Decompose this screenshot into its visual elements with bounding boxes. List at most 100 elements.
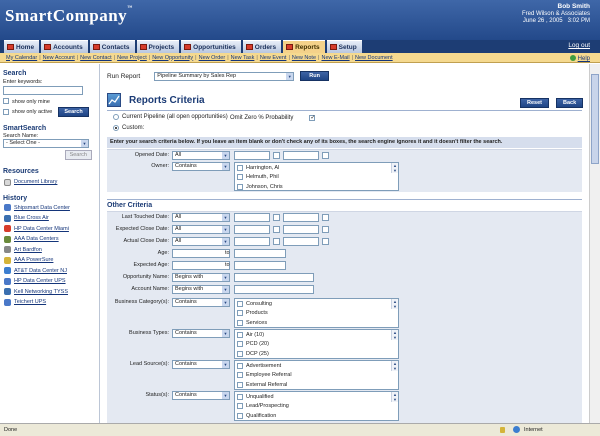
list-item[interactable]: Advertisement [235,361,398,371]
list-scrollbar[interactable] [391,163,398,173]
list-item[interactable]: Employee Referral [235,371,398,381]
current-pipeline-radio[interactable] [113,114,119,120]
list-checkbox[interactable] [237,310,243,317]
last-touched-select[interactable]: All [172,213,230,222]
list-checkbox[interactable] [237,300,243,307]
age-from[interactable] [172,249,230,258]
tab-accounts[interactable]: Accounts [41,40,88,53]
doc-library-link[interactable]: Document Library [3,177,96,188]
list-item[interactable]: Products [235,309,398,319]
subnav-my-calendar[interactable]: My Calendar [4,55,39,61]
calendar-icon[interactable] [322,238,329,245]
tab-orders[interactable]: Orders [242,40,282,53]
history-item[interactable]: Kell Networking TYSS [3,287,96,298]
calendar-icon[interactable] [273,238,280,245]
opened-date-select[interactable]: All [172,151,230,160]
list-scrollbar[interactable] [391,392,398,402]
list-scrollbar[interactable] [391,361,398,371]
subnav-new-task[interactable]: New Task [229,55,257,61]
report-select[interactable]: Pipeline Summary by Sales Rep [154,71,295,81]
list-checkbox[interactable] [237,164,243,171]
calendar-icon[interactable] [273,152,280,159]
lead-source-select[interactable]: Contains [172,360,230,369]
list-checkbox[interactable] [237,350,243,357]
actual-close-select[interactable]: All [172,237,230,246]
calendar-icon[interactable] [322,226,329,233]
history-item[interactable]: HP Data Center Miami [3,224,96,235]
logout-link[interactable]: Log out [568,42,590,49]
help-link[interactable]: Help [570,55,590,62]
expected-age-from[interactable] [172,261,230,270]
history-item[interactable]: AAA Data Centers [3,234,96,245]
last-touched-to[interactable] [283,213,319,222]
list-item[interactable]: PCD (20) [235,340,398,350]
list-item[interactable]: Consulting [235,299,398,309]
actual-close-from[interactable] [234,237,270,246]
list-checkbox[interactable] [237,412,243,419]
expected-close-to[interactable] [283,225,319,234]
subnav-new-opportunity[interactable]: New Opportunity [150,55,195,61]
subnav-new-event[interactable]: New Event [258,55,289,61]
list-checkbox[interactable] [237,372,243,379]
history-item[interactable]: HP Data Center UPS [3,276,96,287]
list-item[interactable]: DCP (25) [235,349,398,359]
list-item[interactable]: Services [235,318,398,328]
list-item[interactable]: Johnson, Chris [235,182,398,192]
list-scrollbar[interactable] [391,299,398,309]
opp-name-select[interactable]: Begins with [172,273,230,282]
expected-close-from[interactable] [234,225,270,234]
business-types-select[interactable]: Contains [172,329,230,338]
opp-name-input[interactable] [234,273,314,282]
subnav-new-e-mail[interactable]: New E-Mail [319,55,351,61]
run-button[interactable]: Run [300,71,329,81]
page-scrollbar[interactable] [589,64,600,423]
subnav-new-contact[interactable]: New Contact [78,55,114,61]
subnav-new-account[interactable]: New Account [41,55,77,61]
subnav-new-document[interactable]: New Document [353,55,395,61]
history-item[interactable]: Shipsmart Data Center [3,203,96,214]
actual-close-to[interactable] [283,237,319,246]
list-checkbox[interactable] [237,174,243,181]
list-checkbox[interactable] [237,381,243,388]
list-scrollbar[interactable] [391,330,398,340]
list-checkbox[interactable] [237,362,243,369]
tab-setup[interactable]: Setup [326,40,362,53]
history-item[interactable]: Blue Cross Air [3,213,96,224]
acct-name-select[interactable]: Begins with [172,285,230,294]
age-to[interactable] [234,249,286,258]
history-item[interactable]: Art Bardfon [3,245,96,256]
list-checkbox[interactable] [237,393,243,400]
expected-close-select[interactable]: All [172,225,230,234]
tab-home[interactable]: Home [4,40,40,53]
expected-age-to[interactable] [234,261,286,270]
calendar-icon[interactable] [322,152,329,159]
history-item[interactable]: AT&T Data Center NJ [3,266,96,277]
tab-contacts[interactable]: Contacts [89,40,135,53]
list-checkbox[interactable] [237,183,243,190]
opened-date-from[interactable] [234,151,270,160]
back-button[interactable]: Back [556,98,584,108]
last-touched-from[interactable] [234,213,270,222]
search-button[interactable]: Search [58,107,89,117]
tab-projects[interactable]: Projects [136,40,180,53]
owner-select[interactable]: Contains [172,162,230,171]
smartsearch-button[interactable]: Search [64,150,92,160]
tab-opportunities[interactable]: Opportunities [181,40,241,53]
history-item[interactable]: AAA PowerSure [3,255,96,266]
smartsearch-select[interactable]: - Select One - [3,139,89,148]
list-checkbox[interactable] [237,341,243,348]
subnav-new-order[interactable]: New Order [197,55,228,61]
omit-zero-checkbox[interactable] [309,114,315,121]
list-item[interactable]: External Referral [235,380,398,390]
list-item[interactable]: Harrington, Al [235,163,398,173]
list-item[interactable]: Unqualified [235,392,398,402]
status-select[interactable]: Contains [172,391,230,400]
list-item[interactable]: Lead/Prospecting [235,402,398,412]
reset-button[interactable]: Reset [520,98,549,108]
show-active-checkbox[interactable] [3,109,9,115]
business-category-select[interactable]: Contains [172,298,230,307]
list-checkbox[interactable] [237,319,243,326]
list-checkbox[interactable] [237,331,243,338]
show-mine-checkbox[interactable] [3,98,9,104]
acct-name-input[interactable] [234,285,314,294]
